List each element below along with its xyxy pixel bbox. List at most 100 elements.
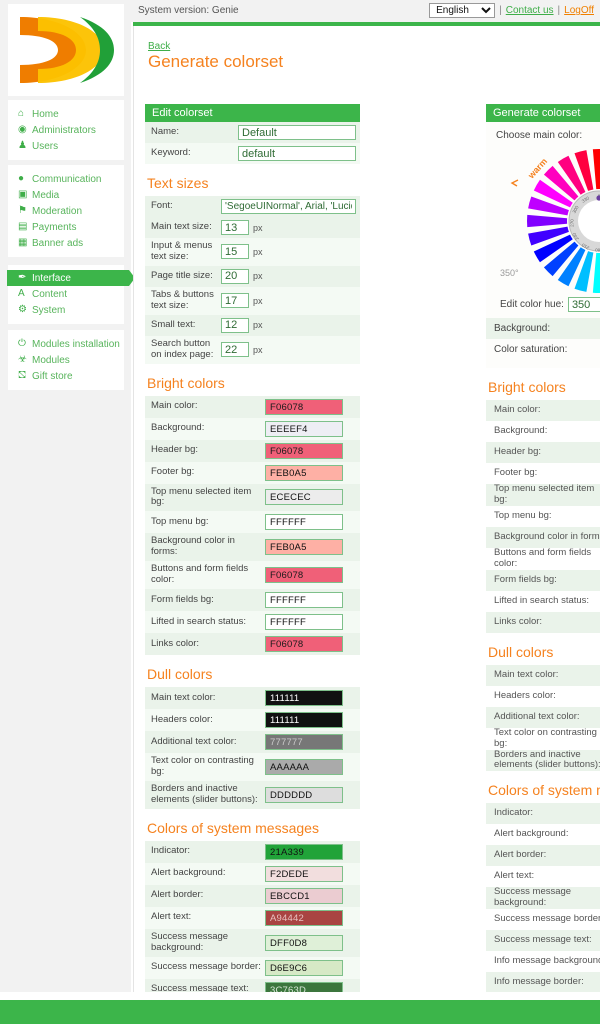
color-value-input[interactable]: FFFFFF: [265, 592, 343, 609]
wheel-segment[interactable]: [592, 252, 600, 294]
color-value-input[interactable]: FFFFFF: [265, 614, 343, 631]
field-label: Lifted in search status:: [494, 594, 590, 606]
color-value-input[interactable]: F06078: [265, 398, 343, 415]
sidebar-item-modules-installation[interactable]: ⏻ Modules installation: [8, 336, 124, 352]
edit-colorset-fields: Name: Keyword:: [145, 122, 360, 164]
text-sizes-fields: Font:Main text size:pxInput & menus text…: [145, 196, 360, 364]
logoff-link[interactable]: LogOff: [564, 5, 594, 16]
field-label: Additional text color:: [494, 710, 580, 722]
field-label: Alert background:: [151, 867, 226, 879]
color-value-input[interactable]: ECECEC: [265, 489, 343, 506]
color-value-input[interactable]: EEEEF4: [265, 420, 343, 437]
sidebar-item-media[interactable]: ▣ Media: [8, 187, 124, 203]
size-input[interactable]: [221, 317, 249, 333]
font-family-input[interactable]: [221, 199, 356, 214]
power-icon: ⏻: [18, 338, 26, 349]
sidebar-item-communication[interactable]: ● Communication: [8, 171, 124, 187]
sidebar-item-label: Modules installation: [32, 338, 120, 350]
sidebar-item-label: Administrators: [32, 124, 96, 136]
field-label: Main text size:: [151, 221, 212, 233]
field-control: 21A339: [265, 841, 360, 863]
color-value-input[interactable]: 111111: [265, 690, 343, 707]
top-link-separator-2: |: [557, 5, 561, 16]
color-value-input[interactable]: 21A339: [265, 843, 343, 860]
field-label: Top menu bg:: [494, 509, 552, 521]
size-input[interactable]: [221, 268, 249, 284]
field-label: Headers color:: [494, 689, 556, 701]
color-value-input[interactable]: A94442: [265, 909, 343, 926]
color-value-input[interactable]: F06078: [265, 442, 343, 459]
sidebar-group-1: ⌂ Home ◉ Administrators ♟ Users: [8, 100, 124, 160]
generated-color-row: Alert border:#D3929D: [486, 845, 600, 867]
color-value-input[interactable]: F06078: [265, 636, 343, 653]
size-input[interactable]: [221, 220, 249, 235]
color-value-input[interactable]: EBCCD1: [265, 887, 343, 904]
contact-us-link[interactable]: Contact us: [506, 5, 554, 16]
wheel-segment[interactable]: [592, 148, 600, 190]
field-control: F06078: [265, 633, 360, 655]
field-label: Info message border:: [494, 976, 584, 988]
generated-color-row: Lifted in search status:#22ED00: [486, 591, 600, 612]
generated-color-row: Top menu selected item bg:#323232: [486, 483, 600, 506]
size-input[interactable]: [221, 244, 249, 260]
bright-colors-left-title: Bright colors: [147, 374, 225, 391]
color-value-input[interactable]: FEB0A5: [265, 464, 343, 481]
field-label: Top menu bg:: [151, 515, 209, 527]
sidebar-item-moderation[interactable]: ⚑ Moderation: [8, 203, 124, 219]
sidebar-item-label: Payments: [32, 221, 77, 233]
generated-color-row: Main text color:#B3B3B3: [486, 664, 600, 686]
sidebar-item-users[interactable]: ♟ Users: [8, 138, 124, 154]
field-control: A94442: [265, 907, 360, 929]
sidebar-item-banner-ads[interactable]: ▦ Banner ads: [8, 235, 124, 251]
sidebar-item-home[interactable]: ⌂ Home: [8, 106, 124, 122]
dull-colors-left-fields: Main text color: 111111 Headers color: 1111…: [145, 687, 360, 809]
color-value-input[interactable]: DFF0D8: [265, 934, 343, 951]
generated-color-row: Buttons and form fields color:#A6002F: [486, 547, 600, 570]
color-value-input[interactable]: FFFFFF: [265, 514, 343, 531]
sidebar-item-administrators[interactable]: ◉ Administrators: [8, 122, 124, 138]
color-value-input[interactable]: AAAAAA: [265, 758, 343, 775]
color-wheel[interactable]: 0306090120150180210240270300330 warm col…: [486, 143, 600, 294]
field-label: Keyword:: [151, 147, 191, 159]
color-value-input[interactable]: D6E9C6: [265, 959, 343, 976]
name-input[interactable]: [238, 125, 356, 140]
sidebar-item-system[interactable]: ⚙ System: [8, 302, 124, 318]
sidebar-item-content[interactable]: A Content: [8, 286, 124, 302]
generated-color-row: Success message background:#ABD699: [486, 886, 600, 910]
field-label: Success message text:: [494, 934, 592, 946]
hue-input[interactable]: [567, 297, 600, 312]
field-control: 777777: [265, 731, 360, 753]
sidebar-item-gift-store[interactable]: ⛞ Gift store: [8, 368, 124, 384]
size-input[interactable]: [221, 342, 249, 358]
wheel-segment[interactable]: [527, 214, 568, 228]
form-row: Font:: [145, 196, 360, 217]
color-value-input[interactable]: F2DEDE: [265, 865, 343, 882]
font-icon: A: [18, 288, 25, 299]
color-value-input[interactable]: FEB0A5: [265, 539, 343, 556]
back-link[interactable]: Back: [148, 41, 170, 52]
field-control: EBCCD1: [265, 885, 360, 907]
field-label: Borders and inactive elements (slider bu…: [151, 782, 258, 805]
field-label: Headers color:: [151, 713, 213, 725]
field-label: Font:: [151, 200, 173, 212]
size-input[interactable]: [221, 293, 249, 309]
form-row: Alert border: EBCCD1: [145, 884, 360, 907]
color-value-input[interactable]: DDDDDD: [265, 786, 343, 803]
color-value-input[interactable]: F06078: [265, 567, 343, 584]
footer-bar: [0, 1000, 600, 1024]
language-select[interactable]: English: [429, 3, 496, 18]
color-value-input[interactable]: 777777: [265, 734, 343, 751]
form-row: Main text color: 111111: [145, 687, 360, 710]
field-control: [238, 143, 360, 164]
color-wheel-svg[interactable]: 0306090120150180210240270300330 warm col…: [486, 143, 600, 294]
field-label: Footer bg:: [151, 466, 195, 478]
sidebar-item-modules[interactable]: ☣ Modules: [8, 352, 124, 368]
form-row: Form fields bg: FFFFFF: [145, 589, 360, 612]
app-logo[interactable]: [8, 4, 124, 96]
sidebar-item-interface[interactable]: ✒ Interface: [7, 270, 135, 286]
keyword-input[interactable]: [238, 146, 356, 161]
field-control: px: [221, 336, 360, 364]
color-value-input[interactable]: 111111: [265, 712, 343, 729]
sidebar-item-payments[interactable]: ▤ Payments: [8, 219, 124, 235]
generated-color-row: Header bg:#806069: [486, 442, 600, 463]
